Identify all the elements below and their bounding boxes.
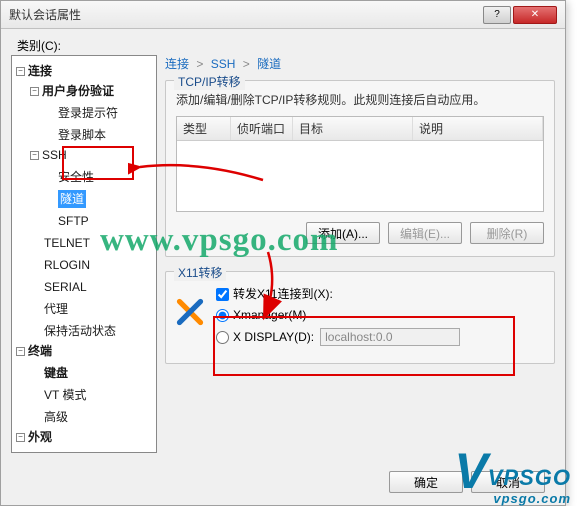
tree-keepalive[interactable]: 保持活动状态 (30, 322, 116, 340)
xdisplay-radio[interactable]: X DISPLAY(D): (216, 330, 314, 344)
tree-login-script[interactable]: 登录脚本 (44, 126, 106, 144)
tree-rlogin[interactable]: RLOGIN (30, 256, 90, 274)
col-type[interactable]: 类型 (177, 117, 231, 140)
col-port[interactable]: 侦听端口 (231, 117, 293, 140)
rules-table[interactable]: 类型 侦听端口 目标 说明 (176, 116, 544, 212)
x11-group-title: X11转移 (174, 264, 226, 281)
tree-appearance[interactable]: −外观 (16, 428, 52, 446)
delete-button[interactable]: 删除(R) (470, 222, 544, 244)
window-buttons: ? ✕ (483, 6, 557, 24)
tree-telnet[interactable]: TELNET (30, 234, 90, 252)
collapse-icon[interactable]: − (16, 347, 25, 356)
edit-button[interactable]: 编辑(E)... (388, 222, 462, 244)
tree-advanced-t[interactable]: 高级 (30, 408, 68, 426)
x11-group: X11转移 转发X11连接到(X): Xmanager(M) X DISPLAY… (165, 271, 555, 364)
tree-serial[interactable]: SERIAL (30, 278, 87, 296)
tree-sftp[interactable]: SFTP (44, 212, 89, 230)
tcpip-group-title: TCP/IP转移 (174, 73, 245, 90)
col-desc[interactable]: 说明 (413, 117, 543, 140)
tree-user-auth[interactable]: −用户身份验证 (30, 82, 114, 100)
chevron-right-icon: > (243, 57, 250, 71)
table-header: 类型 侦听端口 目标 说明 (177, 117, 543, 141)
tcpip-group: TCP/IP转移 添加/编辑/删除TCP/IP转移规则。此规则连接后自动应用。 … (165, 80, 555, 257)
help-button[interactable]: ? (483, 6, 511, 24)
breadcrumb-mid[interactable]: SSH (211, 57, 236, 71)
dialog-window: 默认会话属性 ? ✕ 类别(C): −连接 −用户身份验证 (0, 0, 566, 506)
tree-login-prompt[interactable]: 登录提示符 (44, 104, 118, 122)
ok-button[interactable]: 确定 (389, 471, 463, 493)
forward-x11-input[interactable] (216, 288, 229, 301)
breadcrumb: 连接 > SSH > 隧道 (165, 55, 555, 72)
collapse-icon[interactable]: − (30, 87, 39, 96)
category-label: 类别(C): (17, 37, 61, 54)
category-pane: −连接 −用户身份验证 登录提示符 登录脚本 (11, 55, 157, 495)
cancel-button[interactable]: 取消 (471, 471, 545, 493)
category-tree[interactable]: −连接 −用户身份验证 登录提示符 登录脚本 (11, 55, 157, 453)
close-button[interactable]: ✕ (513, 6, 557, 24)
dialog-footer: 确定 取消 (389, 471, 545, 493)
xmanager-icon (176, 298, 204, 326)
tree-margin[interactable]: 边距 (30, 450, 68, 453)
xmanager-radio[interactable]: Xmanager(M) (216, 308, 306, 322)
xdisplay-input[interactable] (320, 328, 460, 346)
tree-vtmode[interactable]: VT 模式 (30, 386, 86, 404)
tree-connection[interactable]: −连接 (16, 62, 52, 80)
breadcrumb-root[interactable]: 连接 (165, 57, 189, 71)
tree-ssh[interactable]: −SSH (30, 146, 67, 164)
collapse-icon[interactable]: − (16, 433, 25, 442)
settings-pane: 连接 > SSH > 隧道 TCP/IP转移 添加/编辑/删除TCP/IP转移规… (165, 55, 555, 495)
xmanager-radio-input[interactable] (216, 309, 229, 322)
breadcrumb-leaf: 隧道 (257, 57, 281, 71)
tree-keyboard[interactable]: 键盘 (30, 364, 68, 382)
chevron-right-icon: > (196, 57, 203, 71)
tcpip-help-text: 添加/编辑/删除TCP/IP转移规则。此规则连接后自动应用。 (176, 91, 544, 108)
tree-proxy[interactable]: 代理 (30, 300, 68, 318)
col-dest[interactable]: 目标 (293, 117, 413, 140)
xdisplay-radio-input[interactable] (216, 331, 229, 344)
tree-terminal[interactable]: −终端 (16, 342, 52, 360)
tree-security[interactable]: 安全性 (44, 168, 94, 186)
titlebar: 默认会话属性 ? ✕ (1, 1, 565, 29)
collapse-icon[interactable]: − (16, 67, 25, 76)
forward-x11-checkbox[interactable]: 转发X11连接到(X): (216, 285, 333, 302)
window-title: 默认会话属性 (9, 6, 483, 23)
add-button[interactable]: 添加(A)... (306, 222, 380, 244)
collapse-icon[interactable]: − (30, 151, 39, 160)
tree-tunnel[interactable]: 隧道 (44, 190, 86, 208)
